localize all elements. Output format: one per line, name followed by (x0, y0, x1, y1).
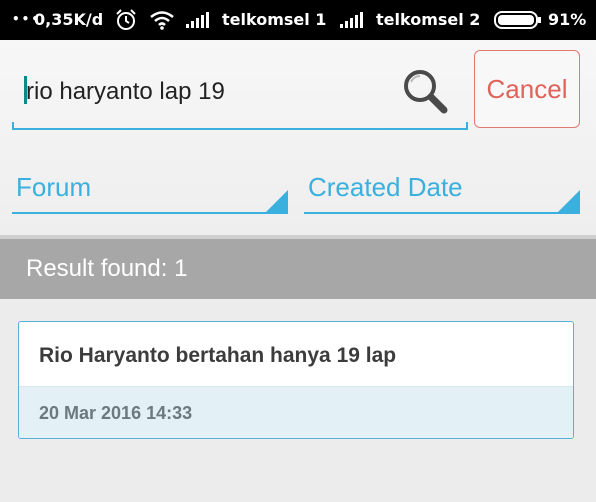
dropdown-triangle-icon (558, 190, 580, 212)
result-count-bar: Result found: 1 (0, 239, 596, 299)
created-date-dropdown[interactable]: Created Date (304, 162, 580, 214)
dropdown-triangle-icon (266, 190, 288, 212)
wifi-icon (150, 11, 174, 30)
signal-icon (340, 12, 364, 28)
status-bar: ••• 0,35K/d telkomsel 1 telkomsel 2 91% (0, 0, 596, 40)
text-cursor (24, 76, 27, 104)
result-item[interactable]: Rio Haryanto bertahan hanya 19 lap 20 Ma… (18, 321, 574, 439)
carrier-2: telkomsel 2 (376, 10, 481, 29)
result-title: Rio Haryanto bertahan hanya 19 lap (39, 344, 397, 367)
signal-icon (186, 12, 210, 28)
battery-icon (494, 11, 541, 29)
forum-dropdown[interactable]: Forum (12, 162, 288, 214)
battery-level: 91% (548, 10, 587, 29)
search-input[interactable] (24, 76, 396, 108)
search-icon[interactable] (400, 66, 450, 116)
created-date-dropdown-label: Created Date (308, 172, 463, 202)
cancel-button[interactable]: Cancel (474, 50, 580, 128)
forum-dropdown-label: Forum (16, 172, 92, 202)
network-speed: 0,35K/d (34, 10, 104, 29)
result-date: 20 Mar 2016 14:33 (39, 403, 193, 423)
carrier-1: telkomsel 1 (222, 10, 327, 29)
result-meta: 20 Mar 2016 14:33 (19, 386, 573, 438)
alarm-icon (116, 9, 136, 30)
result-count: Result found: 1 (26, 255, 188, 282)
